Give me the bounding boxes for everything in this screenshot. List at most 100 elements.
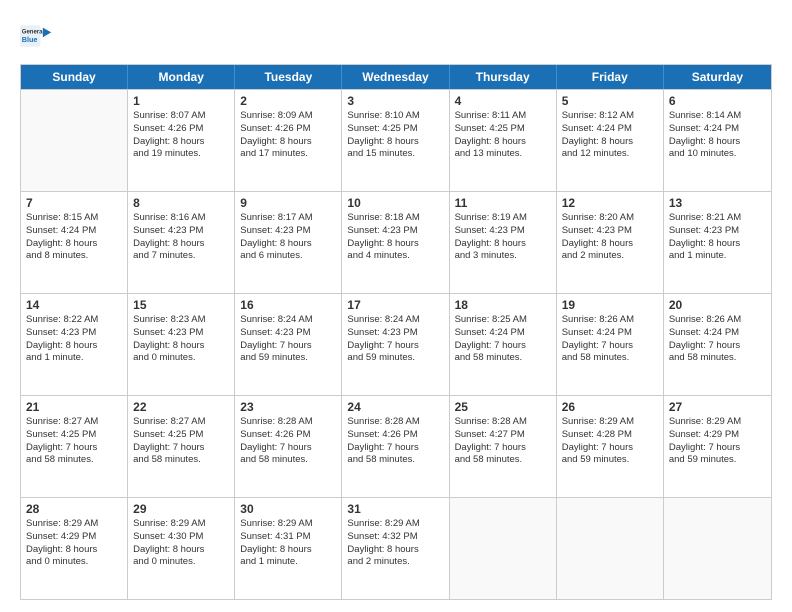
day-info: Sunrise: 8:29 AMSunset: 4:31 PMDaylight:… <box>240 518 336 569</box>
day-number: 15 <box>133 298 229 312</box>
day-cell-16: 16 Sunrise: 8:24 AMSunset: 4:23 PMDayligh… <box>235 294 342 395</box>
day-cell-11: 11Sunrise: 8:19 AMSunset: 4:23 PMDayligh… <box>450 192 557 293</box>
day-info: Sunrise: 8:26 AMSunset: 4:24 PMDaylight:… <box>562 314 658 365</box>
day-cell-27: 27 Sunrise: 8:29 AMSunset: 4:29 PMDayligh… <box>664 396 771 497</box>
calendar-grid: SundayMondayTuesdayWednesdayThursdayFrid… <box>20 64 772 600</box>
calendar-page: General Blue SundayMondayTuesdayWednesda… <box>0 0 792 612</box>
day-number: 2 <box>240 94 336 108</box>
day-cell-20: 20Sunrise: 8:26 AMSunset: 4:24 PMDayligh… <box>664 294 771 395</box>
day-info: Sunrise: 8:29 AMSunset: 4:29 PMDaylight:… <box>26 518 122 569</box>
page-header: General Blue <box>20 18 772 54</box>
day-info: Sunrise: 8:26 AMSunset: 4:24 PMDaylight:… <box>669 314 766 365</box>
logo: General Blue <box>20 18 56 54</box>
day-number: 25 <box>455 400 551 414</box>
day-info: Sunrise: 8:28 AMSunset: 4:26 PMDaylight:… <box>240 416 336 467</box>
day-info: Sunrise: 8:18 AMSunset: 4:23 PMDaylight:… <box>347 212 443 263</box>
day-info: Sunrise: 8:17 AMSunset: 4:23 PMDaylight:… <box>240 212 336 263</box>
day-number: 11 <box>455 196 551 210</box>
calendar-week-4: 21 Sunrise: 8:27 AMSunset: 4:25 PMDayligh… <box>21 395 771 497</box>
day-cell-empty <box>450 498 557 599</box>
day-info: Sunrise: 8:22 AMSunset: 4:23 PMDaylight:… <box>26 314 122 365</box>
day-cell-17: 17 Sunrise: 8:24 AMSunset: 4:23 PMDayligh… <box>342 294 449 395</box>
header-day-wednesday: Wednesday <box>342 65 449 89</box>
day-number: 16 <box>240 298 336 312</box>
day-cell-8: 8 Sunrise: 8:16 AMSunset: 4:23 PMDaylight… <box>128 192 235 293</box>
day-info: Sunrise: 8:07 AMSunset: 4:26 PMDaylight:… <box>133 110 229 161</box>
day-cell-24: 24 Sunrise: 8:28 AMSunset: 4:26 PMDayligh… <box>342 396 449 497</box>
day-cell-3: 3Sunrise: 8:10 AMSunset: 4:25 PMDaylight… <box>342 90 449 191</box>
day-cell-25: 25 Sunrise: 8:28 AMSunset: 4:27 PMDayligh… <box>450 396 557 497</box>
day-number: 8 <box>133 196 229 210</box>
day-number: 29 <box>133 502 229 516</box>
day-cell-empty <box>557 498 664 599</box>
day-info: Sunrise: 8:28 AMSunset: 4:27 PMDaylight:… <box>455 416 551 467</box>
header-day-tuesday: Tuesday <box>235 65 342 89</box>
calendar-header-row: SundayMondayTuesdayWednesdayThursdayFrid… <box>21 65 771 89</box>
day-cell-2: 2 Sunrise: 8:09 AMSunset: 4:26 PMDaylight… <box>235 90 342 191</box>
day-info: Sunrise: 8:27 AMSunset: 4:25 PMDaylight:… <box>26 416 122 467</box>
day-cell-30: 30 Sunrise: 8:29 AMSunset: 4:31 PMDayligh… <box>235 498 342 599</box>
day-cell-31: 31Sunrise: 8:29 AMSunset: 4:32 PMDayligh… <box>342 498 449 599</box>
day-number: 12 <box>562 196 658 210</box>
day-number: 24 <box>347 400 443 414</box>
header-day-sunday: Sunday <box>21 65 128 89</box>
day-cell-23: 23 Sunrise: 8:28 AMSunset: 4:26 PMDayligh… <box>235 396 342 497</box>
day-cell-13: 13 Sunrise: 8:21 AMSunset: 4:23 PMDayligh… <box>664 192 771 293</box>
day-info: Sunrise: 8:28 AMSunset: 4:26 PMDaylight:… <box>347 416 443 467</box>
day-cell-12: 12 Sunrise: 8:20 AMSunset: 4:23 PMDayligh… <box>557 192 664 293</box>
day-number: 30 <box>240 502 336 516</box>
day-number: 21 <box>26 400 122 414</box>
day-info: Sunrise: 8:29 AMSunset: 4:29 PMDaylight:… <box>669 416 766 467</box>
day-info: Sunrise: 8:16 AMSunset: 4:23 PMDaylight:… <box>133 212 229 263</box>
day-cell-21: 21 Sunrise: 8:27 AMSunset: 4:25 PMDayligh… <box>21 396 128 497</box>
day-info: Sunrise: 8:29 AMSunset: 4:30 PMDaylight:… <box>133 518 229 569</box>
day-number: 31 <box>347 502 443 516</box>
calendar-body: 1 Sunrise: 8:07 AMSunset: 4:26 PMDaylight… <box>21 89 771 599</box>
day-cell-1: 1 Sunrise: 8:07 AMSunset: 4:26 PMDaylight… <box>128 90 235 191</box>
day-cell-15: 15Sunrise: 8:23 AMSunset: 4:23 PMDayligh… <box>128 294 235 395</box>
day-number: 13 <box>669 196 766 210</box>
day-info: Sunrise: 8:15 AMSunset: 4:24 PMDaylight:… <box>26 212 122 263</box>
header-day-monday: Monday <box>128 65 235 89</box>
day-info: Sunrise: 8:10 AMSunset: 4:25 PMDaylight:… <box>347 110 443 161</box>
day-info: Sunrise: 8:24 AMSunset: 4:23 PMDaylight:… <box>240 314 336 365</box>
header-day-saturday: Saturday <box>664 65 771 89</box>
day-number: 4 <box>455 94 551 108</box>
day-number: 27 <box>669 400 766 414</box>
day-number: 18 <box>455 298 551 312</box>
day-cell-29: 29 Sunrise: 8:29 AMSunset: 4:30 PMDayligh… <box>128 498 235 599</box>
day-cell-19: 19Sunrise: 8:26 AMSunset: 4:24 PMDayligh… <box>557 294 664 395</box>
day-number: 10 <box>347 196 443 210</box>
calendar-week-3: 14 Sunrise: 8:22 AMSunset: 4:23 PMDayligh… <box>21 293 771 395</box>
day-cell-22: 22Sunrise: 8:27 AMSunset: 4:25 PMDayligh… <box>128 396 235 497</box>
calendar-week-2: 7Sunrise: 8:15 AMSunset: 4:24 PMDaylight… <box>21 191 771 293</box>
day-cell-14: 14 Sunrise: 8:22 AMSunset: 4:23 PMDayligh… <box>21 294 128 395</box>
day-cell-4: 4 Sunrise: 8:11 AMSunset: 4:25 PMDaylight… <box>450 90 557 191</box>
day-info: Sunrise: 8:09 AMSunset: 4:26 PMDaylight:… <box>240 110 336 161</box>
day-number: 28 <box>26 502 122 516</box>
day-cell-5: 5Sunrise: 8:12 AMSunset: 4:24 PMDaylight… <box>557 90 664 191</box>
day-info: Sunrise: 8:11 AMSunset: 4:25 PMDaylight:… <box>455 110 551 161</box>
day-cell-28: 28 Sunrise: 8:29 AMSunset: 4:29 PMDayligh… <box>21 498 128 599</box>
header-day-thursday: Thursday <box>450 65 557 89</box>
day-info: Sunrise: 8:20 AMSunset: 4:23 PMDaylight:… <box>562 212 658 263</box>
day-info: Sunrise: 8:29 AMSunset: 4:28 PMDaylight:… <box>562 416 658 467</box>
day-number: 17 <box>347 298 443 312</box>
header-day-friday: Friday <box>557 65 664 89</box>
day-number: 6 <box>669 94 766 108</box>
day-cell-9: 9 Sunrise: 8:17 AMSunset: 4:23 PMDaylight… <box>235 192 342 293</box>
day-number: 23 <box>240 400 336 414</box>
day-number: 22 <box>133 400 229 414</box>
day-info: Sunrise: 8:21 AMSunset: 4:23 PMDaylight:… <box>669 212 766 263</box>
day-info: Sunrise: 8:24 AMSunset: 4:23 PMDaylight:… <box>347 314 443 365</box>
day-number: 9 <box>240 196 336 210</box>
day-info: Sunrise: 8:12 AMSunset: 4:24 PMDaylight:… <box>562 110 658 161</box>
day-info: Sunrise: 8:14 AMSunset: 4:24 PMDaylight:… <box>669 110 766 161</box>
day-number: 1 <box>133 94 229 108</box>
day-number: 14 <box>26 298 122 312</box>
day-cell-empty <box>21 90 128 191</box>
day-info: Sunrise: 8:25 AMSunset: 4:24 PMDaylight:… <box>455 314 551 365</box>
svg-text:Blue: Blue <box>22 35 38 44</box>
day-cell-empty <box>664 498 771 599</box>
day-number: 26 <box>562 400 658 414</box>
